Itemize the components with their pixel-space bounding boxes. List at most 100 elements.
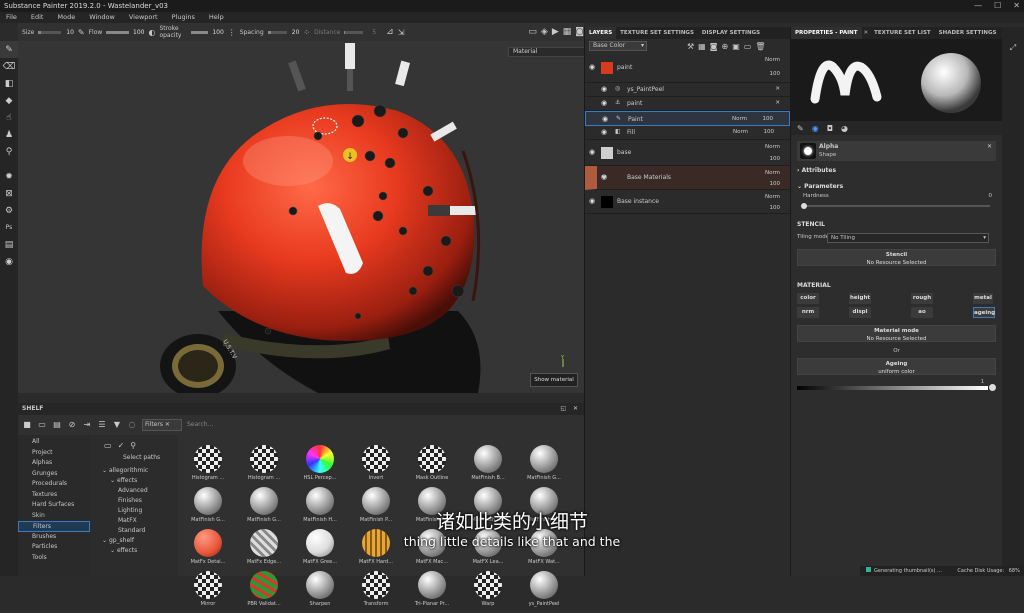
new-folder-icon[interactable]: ▭ [37, 420, 47, 430]
attributes-section[interactable]: › Attributes [791, 165, 1002, 177]
shelf-material-item[interactable]: MatFx Edge... [238, 529, 290, 571]
shelf-material-item[interactable]: MatFinish R... [518, 487, 570, 529]
projection-tool-icon[interactable]: ◧ [0, 75, 18, 92]
folder-add-icon[interactable]: ▭ [744, 42, 752, 51]
shelf-material-item[interactable]: Histogram ... [182, 445, 234, 487]
size-slider[interactable] [38, 30, 62, 34]
log-icon[interactable]: ◉ [0, 253, 18, 270]
shelf-category-item[interactable]: Particles [18, 542, 90, 553]
search-icon[interactable]: ⚲ [130, 441, 136, 450]
visibility-eye-icon[interactable]: ◉ [601, 99, 607, 107]
save-icon[interactable]: ▤ [52, 420, 62, 430]
tab-texture-set-list[interactable]: TEXTURE SET LIST [870, 27, 935, 39]
expand-arrow-icon[interactable]: ⌄ [102, 537, 109, 544]
layer-row[interactable]: ◉ base Norm 100 [585, 140, 790, 166]
effect-icon[interactable]: ▦ [698, 42, 706, 51]
expand-arrow-icon[interactable]: ⌄ [110, 547, 117, 554]
ageing-button[interactable]: Ageing uniform color [797, 358, 996, 375]
layer-row[interactable]: ◉ paint Norm 100 [585, 53, 790, 83]
layer-row[interactable]: ◉ ◧ Fill Norm 100 [585, 126, 790, 140]
visibility-eye-icon[interactable]: ◉ [589, 148, 595, 156]
camera-mode-icon[interactable]: ▭ [528, 27, 537, 37]
menu-viewport[interactable]: Viewport [129, 12, 158, 23]
visibility-eye-icon[interactable]: ◉ [601, 85, 607, 93]
material-channel-displ[interactable]: displ [849, 307, 871, 318]
material-channel-rough[interactable]: rough [911, 293, 933, 304]
video-icon[interactable]: ▶ [552, 27, 559, 37]
document-icon[interactable]: ▤ [0, 236, 18, 253]
tree-node[interactable]: MatFX [90, 516, 178, 526]
layer-opacity[interactable]: 100 [770, 205, 781, 211]
layer-blend-mode[interactable]: Norm [765, 144, 780, 150]
split-view-icon[interactable]: ▦ [563, 27, 572, 37]
viewport-mode-dropdown[interactable]: Material ▾ [508, 47, 584, 57]
tab-properties-paint[interactable]: PROPERTIES - PAINT [791, 27, 862, 39]
polygon-fill-icon[interactable]: ◆ [0, 92, 18, 109]
shelf-material-item[interactable]: MatFX Wat... [518, 529, 570, 571]
list-view-icon[interactable]: ☰ [97, 420, 107, 430]
layer-blend-mode[interactable]: Norm [765, 57, 780, 63]
alpha-slot[interactable]: Alpha Shape ✕ [797, 141, 996, 161]
minimize-button[interactable]: — [974, 0, 982, 12]
shelf-search-input[interactable]: Search... [187, 419, 267, 431]
flow-slider[interactable] [106, 30, 130, 34]
channel-dropdown[interactable]: Base Color ▾ [589, 41, 647, 51]
layer-opacity[interactable]: 100 [763, 116, 774, 122]
folder-icon[interactable]: ■ [22, 420, 32, 430]
spacing-value[interactable]: 20 [291, 29, 300, 36]
close-button[interactable]: ✕ [1013, 0, 1020, 12]
layer-opacity[interactable]: 100 [770, 181, 781, 187]
delete-icon[interactable]: 🗑 [755, 42, 765, 51]
shelf-material-item[interactable]: Sharpen [294, 571, 346, 613]
tree-node[interactable]: Finishes [90, 496, 178, 506]
material-channel-color[interactable]: color [797, 293, 819, 304]
visibility-eye-icon[interactable]: ◉ [601, 128, 607, 136]
brush-icon[interactable]: ⚒ [687, 42, 694, 51]
tab-shader-settings[interactable]: SHADER SETTINGS [935, 27, 1001, 39]
ageing-gradient-slider[interactable] [797, 384, 996, 391]
show-material-button[interactable]: Show material [530, 373, 578, 387]
photoshop-export-icon[interactable]: Ps [0, 219, 18, 236]
clear-filter-icon[interactable]: ◌ [127, 420, 137, 430]
shelf-material-item[interactable]: MatFX Lea... [462, 529, 514, 571]
shelf-material-item[interactable]: MatFinish H... [294, 487, 346, 529]
material-channel-height[interactable]: height [849, 293, 871, 304]
smudge-tool-icon[interactable]: ☝ [0, 109, 18, 126]
tree-node[interactable]: ⌄ effects [90, 546, 178, 556]
menu-plugins[interactable]: Plugins [172, 12, 195, 23]
shelf-material-item[interactable]: MatFinish G... [518, 445, 570, 487]
layer-row[interactable]: ◉ ▬ Base Materials Norm 100 [585, 166, 790, 190]
shelf-material-item[interactable]: Warp [462, 571, 514, 613]
spacing-slider[interactable] [267, 30, 287, 34]
close-tab-icon[interactable]: ✕ [862, 27, 871, 39]
maximize-button[interactable]: ☐ [994, 0, 1001, 12]
visibility-eye-icon[interactable]: ◉ [602, 115, 608, 123]
tree-node[interactable]: Standard [90, 526, 178, 536]
hardness-value[interactable]: 0 [989, 193, 993, 199]
shelf-material-item[interactable]: MatFinish R... [462, 487, 514, 529]
expand-arrow-icon[interactable]: ⌄ [102, 467, 109, 474]
stroke-opacity-value[interactable]: 100 [212, 29, 223, 36]
remove-filter-icon[interactable]: ✕ [165, 421, 170, 428]
fill-layer-icon[interactable]: ⊕ [722, 42, 729, 51]
paint-tool-icon[interactable]: ✎ [0, 41, 18, 58]
material-tab-icon[interactable]: ◕ [841, 124, 848, 133]
bake-icon[interactable]: ⊠ [0, 185, 18, 202]
shelf-material-item[interactable]: HSL Percep... [294, 445, 346, 487]
layer-row[interactable]: ◉ ◎ ys_PaintPeel ✕ [585, 83, 790, 97]
shelf-category-item[interactable]: Project [18, 448, 90, 459]
shelf-category-item[interactable]: Skin [18, 511, 90, 522]
tree-node[interactable]: ⌄ effects [90, 476, 178, 486]
shelf-material-item[interactable]: Mask Outline [406, 445, 458, 487]
shelf-category-item[interactable]: Hard Surfaces [18, 500, 90, 511]
menu-window[interactable]: Window [89, 12, 115, 23]
plugin-icon[interactable]: ⚙ [0, 202, 18, 219]
hide-icon[interactable]: ⊘ [67, 420, 77, 430]
screenshot-icon[interactable]: ◙ [575, 27, 584, 37]
remove-effect-icon[interactable]: ✕ [775, 86, 780, 92]
add-folder-icon[interactable]: ▭ [104, 441, 112, 450]
shelf-material-item[interactable]: MatFinish B... [462, 445, 514, 487]
layer-blend-mode[interactable]: Norm [732, 116, 747, 122]
shelf-material-item[interactable]: MatFx Detai... [182, 529, 234, 571]
shelf-material-item[interactable]: Transform [350, 571, 402, 613]
